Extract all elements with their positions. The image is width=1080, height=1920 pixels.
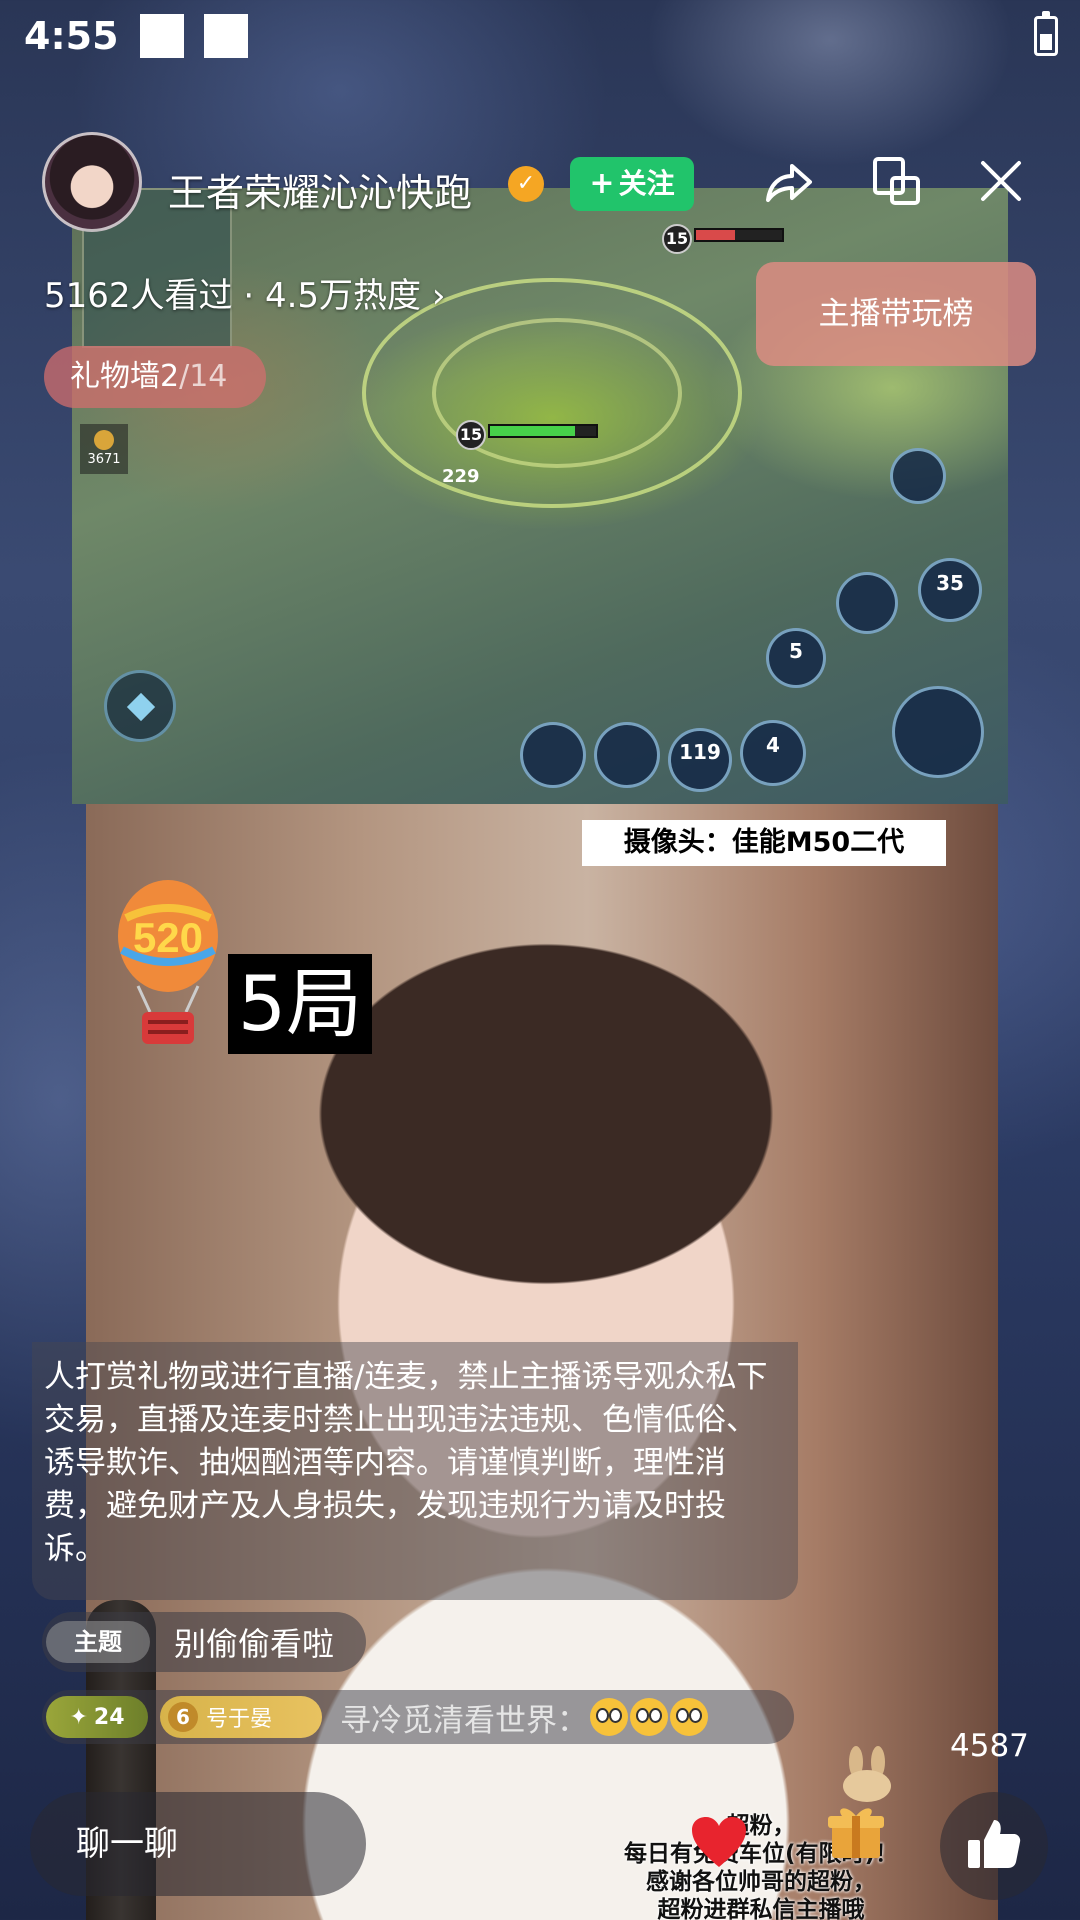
gift-icon[interactable] [826,1802,886,1862]
movement-joystick[interactable] [104,670,176,742]
gift-wall-button[interactable]: 礼物墙2/14 [44,346,266,408]
thumbs-up-icon [968,1820,1021,1868]
flushed-face-emoji-icon [670,1698,708,1736]
skill-purify-button[interactable]: 119 [668,728,732,792]
plus-icon: + [589,166,615,201]
chat-input[interactable]: 聊一聊 [30,1792,366,1896]
attack-button[interactable] [892,686,984,778]
skill-control-button[interactable]: 4 [740,720,806,786]
skill-teleport-button[interactable]: 35 [918,558,982,622]
skill-cooldown: 35 [936,571,964,595]
viewer-stats[interactable]: 5162人看过 · 4.5万热度 › [44,268,445,317]
balloon-text: 520 [133,914,203,961]
battery-icon [1034,11,1058,56]
comment-text: 寻冷觅清看世界： [340,1702,588,1739]
chat-message[interactable]: ✦ 24 6 号于晏 寻冷觅清看世界： [42,1690,794,1744]
host-rank-button[interactable]: 主播带玩榜 [756,262,1036,366]
damage-number: 229 [442,466,480,487]
bunny-decoration-icon [843,1746,891,1802]
follow-button[interactable]: + 关注 [570,157,694,211]
skill-heal-button[interactable] [594,722,660,788]
skill-recall-button[interactable] [520,722,586,788]
enemy-level-badge: 15 [662,224,692,254]
level-name: 号于晏 [206,1707,273,1732]
streamer-avatar[interactable] [42,132,142,232]
skill-control-2-button[interactable] [836,572,898,634]
heart-icon[interactable] [690,1815,748,1869]
hot-air-balloon-icon[interactable]: 520 [112,878,224,1050]
picture-in-picture-icon[interactable] [872,156,922,206]
fan-club-badge: ✦ 24 [46,1696,148,1738]
skill-cooldown: 4 [766,733,780,757]
flushed-face-emoji-icon [590,1698,628,1736]
gold-counter: 3671 [80,424,128,474]
topic-text: 别偷偷看啦 [174,1625,335,1663]
camera-label: 摄像头：佳能M50二代 [582,820,946,866]
platform-announcement: 人打赏礼物或进行直播/连麦，禁止主播诱导观众私下交易，直播及连麦时禁止出现违法违… [32,1342,798,1600]
gift-wall-count: 2 [160,359,180,394]
hero-portrait-button[interactable] [890,448,946,504]
close-icon[interactable] [978,158,1024,204]
verified-icon: ✓ [508,166,544,202]
fan-promo-line: 感谢各位帅哥的超粉， [646,1869,876,1895]
topic-tag: 主题 [46,1621,150,1663]
gift-wall-label: 礼物墙 [70,359,160,394]
notification-icon [204,14,248,58]
sparkle-icon: ✦ [69,1704,88,1730]
follow-label: 关注 [618,167,675,200]
like-button[interactable] [940,1792,1048,1900]
enemy-hp-bar [694,228,784,242]
gold-value: 3671 [87,452,121,467]
fan-promo-line: 超粉进群私信主播哦 [657,1897,865,1920]
hero-level-badge: 15 [456,420,486,450]
notification-icon [140,14,184,58]
level-number: 6 [168,1702,198,1732]
user-level-badge: 6 号于晏 [160,1696,322,1738]
like-count: 4587 [950,1728,1029,1764]
topic-row[interactable]: 主题 别偷偷看啦 [42,1612,367,1672]
flushed-face-emoji-icon [630,1698,668,1736]
streamer-name[interactable]: 王者荣耀沁沁快跑 [168,162,472,217]
status-bar: 4:55 [0,0,1080,76]
round-count: 5局 [228,954,372,1054]
share-icon[interactable] [762,156,814,208]
gift-wall-total: /14 [179,359,228,394]
skill-cooldown: 119 [679,740,721,764]
hero-hp-bar [488,424,598,438]
skill-cooldown: 5 [789,639,803,663]
fan-badge-count: 24 [93,1704,125,1730]
status-time: 4:55 [24,14,119,58]
skill-recall-2-button[interactable]: 5 [766,628,826,688]
